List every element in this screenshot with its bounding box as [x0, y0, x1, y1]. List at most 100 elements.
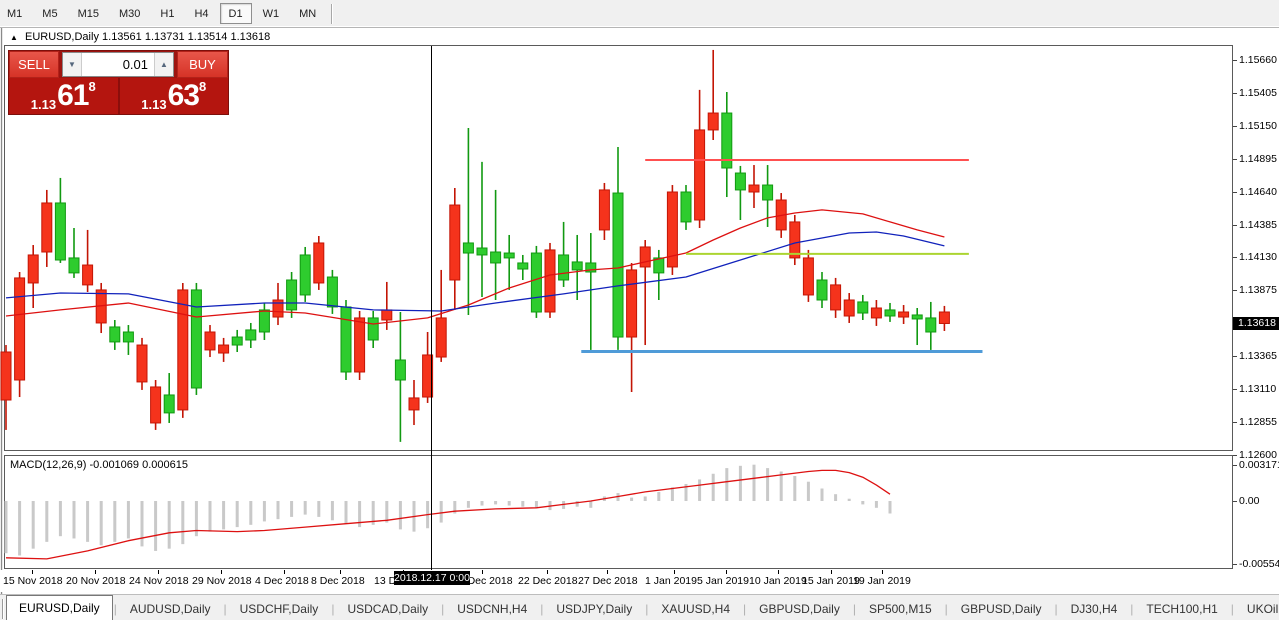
chart-ohlc-values: 1.13561 1.13731 1.13514 1.13618	[102, 31, 270, 43]
chart-tab-eurusd-0[interactable]: EURUSD,Daily	[6, 595, 113, 620]
one-click-trade-panel: SELL ▼ 0.01 ▲ BUY 1.13 61 8 1.13 63 8	[8, 50, 229, 115]
macd-histogram-bar	[834, 494, 837, 501]
candle-body	[559, 255, 569, 280]
candle-body	[627, 270, 637, 337]
candle-body	[436, 318, 446, 357]
candle-body	[477, 248, 487, 255]
chart-tab-ukoil-12[interactable]: UKOil,H1	[1235, 598, 1279, 620]
macd-histogram-bar	[521, 501, 524, 507]
date-tick-mark	[831, 570, 832, 574]
macd-histogram-bar	[494, 501, 497, 504]
macd-tick-mark	[1233, 501, 1237, 502]
sell-button[interactable]: SELL	[9, 51, 59, 78]
candle-body	[178, 290, 188, 410]
candle-body	[491, 252, 501, 263]
timeframe-button-h4[interactable]: H4	[185, 3, 217, 24]
volume-up-button[interactable]: ▲	[154, 53, 173, 76]
candle-body	[531, 253, 541, 312]
timeframe-button-mn[interactable]: MN	[290, 3, 325, 24]
macd-histogram-bar	[168, 501, 171, 549]
macd-histogram-bar	[127, 501, 130, 538]
chart-tab-gbpusd-9[interactable]: GBPUSD,Daily	[949, 598, 1054, 620]
candle-body	[844, 300, 854, 316]
volume-stepper: ▼ 0.01 ▲	[62, 52, 174, 77]
volume-down-button[interactable]: ▼	[63, 53, 82, 76]
timeframe-button-w1[interactable]: W1	[254, 3, 289, 24]
buy-button[interactable]: BUY	[177, 51, 228, 78]
candle-body	[899, 312, 909, 317]
candle-body	[219, 345, 229, 353]
candle-body	[205, 332, 215, 350]
price-tick-label: 1.14130	[1239, 251, 1277, 263]
chart-tab-usdjpy-5[interactable]: USDJPY,Daily	[544, 598, 644, 620]
date-tick-mark	[674, 570, 675, 574]
toolbar-separator	[331, 4, 333, 24]
timeframe-button-m5[interactable]: M5	[33, 3, 66, 24]
date-tick-label: 4 Dec 2018	[255, 575, 309, 587]
chart-tab-xauusd-6[interactable]: XAUUSD,H4	[649, 598, 742, 620]
volume-value[interactable]: 0.01	[82, 53, 154, 76]
candle-body	[246, 330, 256, 340]
chart-tab-sp500-8[interactable]: SP500,M15	[857, 598, 944, 620]
macd-histogram-bar	[440, 501, 443, 523]
chart-tab-usdcnh-4[interactable]: USDCNH,H4	[445, 598, 539, 620]
chart-tab-gbpusd-7[interactable]: GBPUSD,Daily	[747, 598, 852, 620]
candle-body	[681, 192, 691, 222]
price-tick-mark	[1233, 356, 1237, 357]
candle-body	[545, 250, 555, 312]
timeframe-button-h1[interactable]: H1	[151, 3, 183, 24]
date-axis[interactable]: 2018.12.17 0:00 15 Nov 201820 Nov 201824…	[0, 570, 1233, 592]
chart-tab-usdcad-3[interactable]: USDCAD,Daily	[335, 598, 440, 620]
candle-body	[763, 185, 773, 200]
symbol-marker-icon: ▲	[10, 33, 18, 42]
buy-price-quote[interactable]: 1.13 63 8	[118, 78, 229, 114]
date-tick-mark	[882, 570, 883, 574]
timeframe-button-d1[interactable]: D1	[220, 3, 252, 24]
macd-histogram-bar	[331, 501, 334, 520]
candle-body	[518, 263, 528, 269]
macd-histogram-bar	[317, 501, 320, 517]
date-tick-mark	[778, 570, 779, 574]
candle-body	[817, 280, 827, 300]
price-tick-label: 1.14385	[1239, 219, 1277, 231]
timeframe-button-m30[interactable]: M30	[110, 3, 149, 24]
macd-histogram-bar	[889, 501, 892, 513]
chart-tab-tech100-11[interactable]: TECH100,H1	[1134, 598, 1229, 620]
timeframe-toolbar: M1M5M15M30H1H4D1W1MN	[0, 0, 1279, 28]
macd-histogram-bar	[32, 501, 35, 549]
candle-body	[15, 278, 25, 380]
macd-histogram-bar	[861, 501, 864, 504]
macd-histogram-bar	[154, 501, 157, 551]
timeframe-button-m1[interactable]: M1	[0, 3, 31, 24]
macd-histogram-bar	[807, 482, 810, 501]
chart-tab-audusd-1[interactable]: AUDUSD,Daily	[118, 598, 223, 620]
candle-body	[463, 243, 473, 253]
price-tick-mark	[1233, 159, 1237, 160]
macd-histogram-bar	[481, 501, 484, 506]
macd-histogram-bar	[630, 498, 633, 501]
macd-histogram-bar	[848, 499, 851, 501]
date-tick-mark	[340, 570, 341, 574]
macd-histogram-bar	[589, 501, 592, 508]
date-tick-mark	[284, 570, 285, 574]
candle-body	[123, 332, 133, 342]
macd-histogram-bar	[712, 474, 715, 501]
chart-tab-usdchf-2[interactable]: USDCHF,Daily	[228, 598, 331, 620]
macd-histogram-bar	[399, 501, 402, 529]
candle-body	[409, 398, 419, 410]
price-tick-label: 1.15405	[1239, 87, 1277, 99]
price-tick-label: 1.13875	[1239, 284, 1277, 296]
date-tick-label: 15 Jan 2019	[802, 575, 860, 587]
chart-tab-dj30-10[interactable]: DJ30,H4	[1059, 598, 1130, 620]
macd-histogram-bar	[181, 501, 184, 544]
price-axis[interactable]: 1.156601.154051.151501.148951.146401.143…	[1233, 28, 1279, 569]
macd-indicator-name: MACD(12,26,9)	[10, 459, 86, 471]
timeframe-button-m15[interactable]: M15	[69, 3, 108, 24]
candle-body	[28, 255, 38, 283]
candle-body	[504, 253, 514, 258]
date-tick-label: 19 Jan 2019	[853, 575, 911, 587]
sell-price-quote[interactable]: 1.13 61 8	[9, 78, 118, 114]
chart-title: ▲ EURUSD,Daily 1.13561 1.13731 1.13514 1…	[10, 31, 270, 43]
macd-histogram-bar	[739, 466, 742, 501]
macd-histogram-bar	[508, 501, 511, 506]
